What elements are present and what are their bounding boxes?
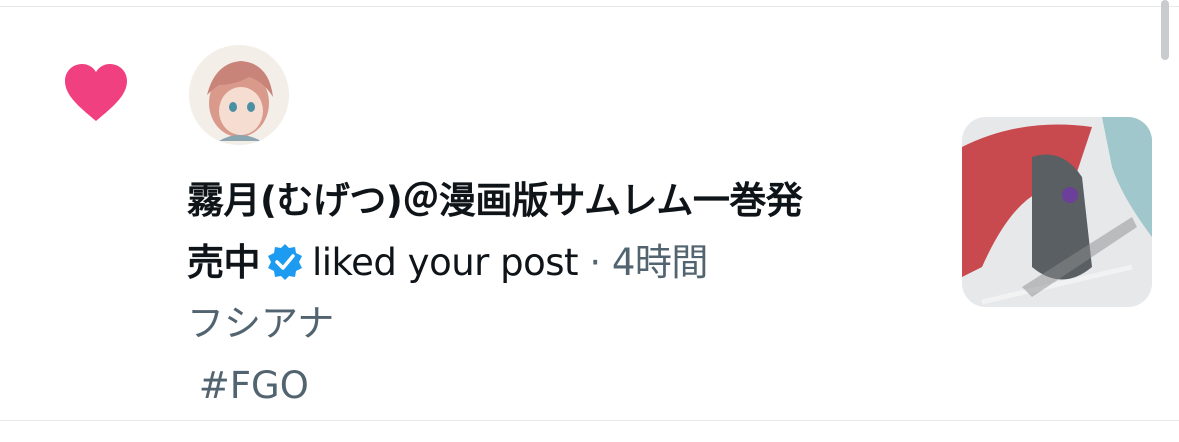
verified-badge-icon <box>266 238 304 280</box>
notification-text: 霧月(むげつ)＠漫画版サムレム一巻発 売中 liked your post · 4時… <box>187 170 927 294</box>
post-thumbnail[interactable] <box>962 117 1152 307</box>
post-preview[interactable]: フシアナ #FGO <box>187 293 927 417</box>
actor-name[interactable]: 霧月(むげつ)＠漫画版サムレム一巻発 <box>187 179 803 222</box>
scrollbar[interactable] <box>1161 0 1169 60</box>
post-text-line: フシアナ <box>187 302 335 345</box>
top-divider <box>0 0 1179 7</box>
user-avatar[interactable] <box>189 45 289 145</box>
separator: · <box>589 241 601 284</box>
hashtag[interactable]: #FGO <box>187 364 309 407</box>
action-text: liked your post <box>312 241 579 284</box>
timestamp: 4時間 <box>611 241 709 284</box>
bottom-divider <box>0 420 1179 421</box>
heart-icon <box>64 64 128 122</box>
actor-name-hidden: 売中 <box>187 241 261 284</box>
